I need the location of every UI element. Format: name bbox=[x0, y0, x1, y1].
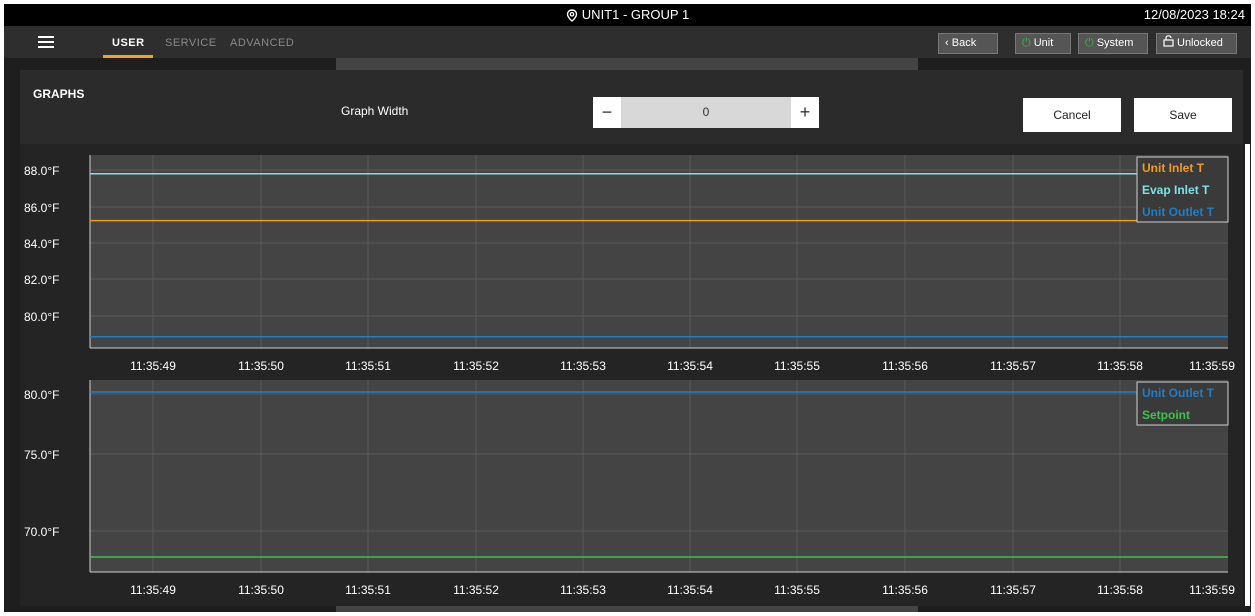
x-tick-label: 11:35:51 bbox=[345, 359, 391, 373]
window-title-wrap: UNIT1 - GROUP 1 bbox=[4, 7, 1251, 22]
power-icon: ⏻ bbox=[1085, 37, 1094, 49]
graph-width-value[interactable]: 0 bbox=[621, 105, 791, 119]
y-tick-label: 75.0°F bbox=[24, 448, 59, 462]
unlock-icon bbox=[1163, 35, 1174, 47]
x-tick-label: 11:35:57 bbox=[990, 359, 1036, 373]
x-tick-label: 11:35:55 bbox=[774, 359, 820, 373]
x-tick-label: 11:35:50 bbox=[238, 359, 284, 373]
x-tick-label: 11:35:54 bbox=[667, 359, 713, 373]
datetime: 12/08/2023 18:24 bbox=[1143, 7, 1245, 22]
tab-service[interactable]: SERVICE bbox=[165, 37, 217, 49]
y-tick-label: 70.0°F bbox=[24, 525, 59, 539]
graph-width-label: Graph Width bbox=[341, 104, 409, 118]
tab-advanced[interactable]: ADVANCED bbox=[230, 37, 294, 49]
x-tick-label: 11:35:49 bbox=[130, 583, 176, 597]
tab-user[interactable]: USER bbox=[103, 37, 153, 59]
x-tick-label: 11:35:51 bbox=[345, 583, 391, 597]
unlocked-button-label: Unlocked bbox=[1177, 37, 1223, 49]
title-bar: UNIT1 - GROUP 1 12/08/2023 18:24 bbox=[4, 4, 1251, 26]
panel-top-trim bbox=[4, 58, 1251, 70]
frame: UNIT1 - GROUP 1 12/08/2023 18:24 USER SE… bbox=[0, 0, 1255, 616]
y-tick-label: 82.0°F bbox=[24, 273, 59, 287]
x-tick-label: 11:35:50 bbox=[238, 583, 284, 597]
x-tick-label: 11:35:53 bbox=[560, 359, 606, 373]
y-tick-label: 86.0°F bbox=[24, 201, 59, 215]
legend-entry: Setpoint bbox=[1142, 408, 1190, 422]
y-tick-label: 80.0°F bbox=[24, 388, 59, 402]
x-tick-label: 11:35:58 bbox=[1097, 583, 1143, 597]
graph-width-stepper: − 0 + bbox=[593, 97, 819, 128]
panel-bottom-trim bbox=[4, 606, 1251, 612]
tab-user-label: USER bbox=[112, 37, 145, 49]
cancel-button[interactable]: Cancel bbox=[1023, 98, 1121, 132]
x-tick-label: 11:35:52 bbox=[453, 583, 499, 597]
hamburger-menu-icon[interactable] bbox=[38, 36, 54, 48]
power-icon: ⏻ bbox=[1022, 37, 1031, 49]
y-tick-label: 88.0°F bbox=[24, 164, 59, 178]
decrement-button[interactable]: − bbox=[593, 97, 621, 128]
back-button-label: Back bbox=[951, 37, 977, 49]
x-tick-label: 11:35:59 bbox=[1189, 359, 1235, 373]
legend-entry: Evap Inlet T bbox=[1142, 183, 1210, 197]
y-tick-label: 84.0°F bbox=[24, 237, 59, 251]
location-pin-icon bbox=[566, 9, 577, 22]
x-tick-label: 11:35:49 bbox=[130, 359, 176, 373]
x-tick-label: 11:35:54 bbox=[667, 583, 713, 597]
chevron-left-icon: ‹ bbox=[945, 37, 952, 49]
back-button[interactable]: ‹ Back bbox=[938, 33, 998, 54]
x-tick-label: 11:35:53 bbox=[560, 583, 606, 597]
unit-button-label: Unit bbox=[1033, 37, 1054, 49]
graphs-controls-panel: GRAPHS Graph Width − 0 + Cancel Save bbox=[20, 70, 1243, 144]
system-power-button[interactable]: ⏻ System bbox=[1078, 33, 1148, 54]
x-tick-label: 11:35:59 bbox=[1189, 583, 1235, 597]
x-tick-label: 11:35:56 bbox=[882, 583, 928, 597]
window-title: UNIT1 - GROUP 1 bbox=[581, 7, 690, 22]
x-tick-label: 11:35:56 bbox=[882, 359, 928, 373]
unlocked-button[interactable]: Unlocked bbox=[1156, 33, 1237, 54]
legend-entry: Unit Outlet T bbox=[1142, 386, 1215, 400]
y-tick-label: 80.0°F bbox=[24, 310, 59, 324]
x-tick-label: 11:35:55 bbox=[774, 583, 820, 597]
app-window: UNIT1 - GROUP 1 12/08/2023 18:24 USER SE… bbox=[4, 4, 1251, 612]
legend-entry: Unit Inlet T bbox=[1142, 161, 1205, 175]
charts-svg: 88.0°F 86.0°F 84.0°F 82.0°F 80.0°F 11:35:49 11… bbox=[24, 155, 1235, 597]
nav-bar: USER SERVICE ADVANCED ‹ Back ⏻ Unit ⏻ Syst… bbox=[4, 26, 1251, 59]
unit-power-button[interactable]: ⏻ Unit bbox=[1015, 33, 1071, 54]
x-tick-label: 11:35:58 bbox=[1097, 359, 1143, 373]
increment-button[interactable]: + bbox=[791, 97, 819, 128]
system-button-label: System bbox=[1096, 37, 1134, 49]
graphs-heading: GRAPHS bbox=[33, 87, 85, 101]
legend-entry: Unit Outlet T bbox=[1142, 205, 1215, 219]
x-tick-label: 11:35:57 bbox=[990, 583, 1036, 597]
scrollbar[interactable] bbox=[1245, 144, 1250, 606]
save-button[interactable]: Save bbox=[1134, 98, 1232, 132]
x-tick-label: 11:35:52 bbox=[453, 359, 499, 373]
charts-area: 88.0°F 86.0°F 84.0°F 82.0°F 80.0°F 11:35:49 11… bbox=[20, 144, 1243, 606]
